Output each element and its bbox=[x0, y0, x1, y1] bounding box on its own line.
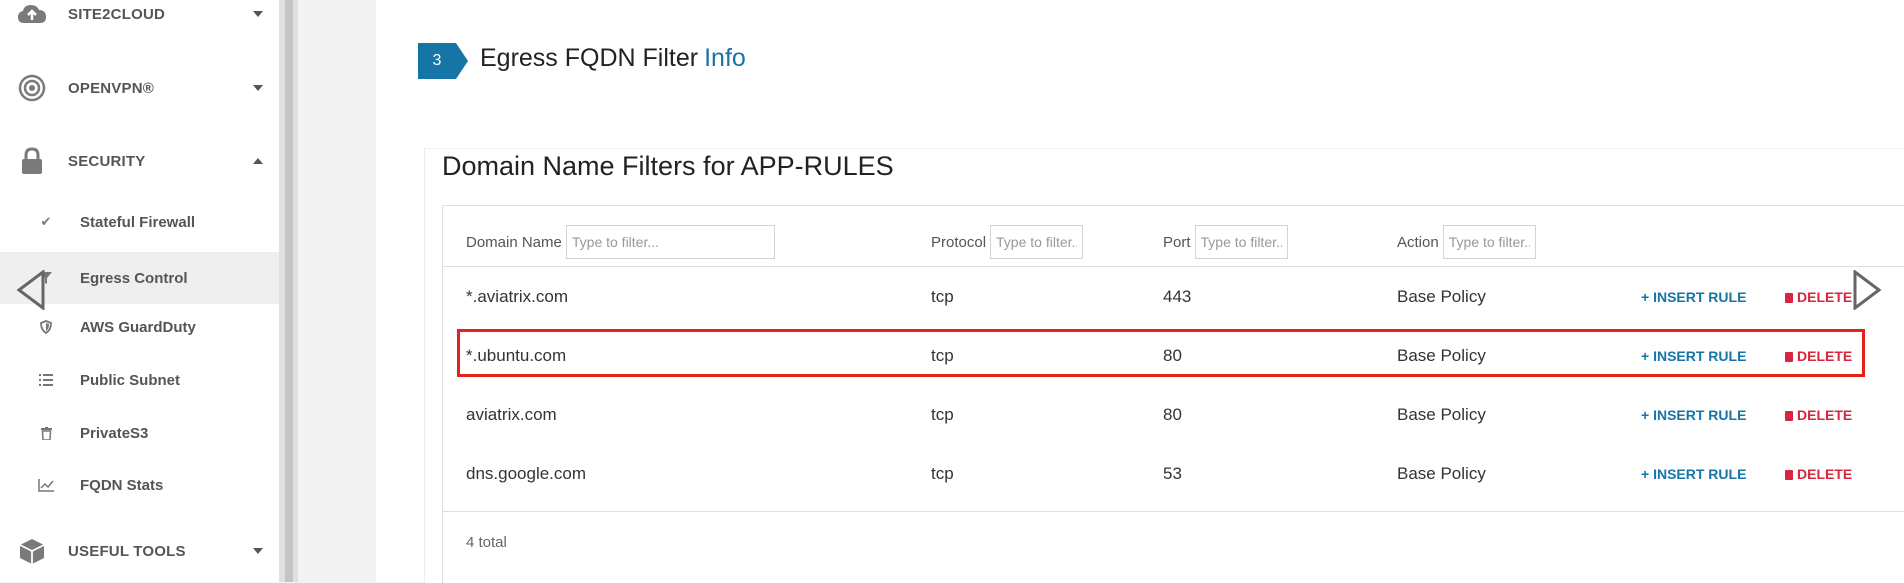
cube-icon bbox=[17, 536, 47, 566]
sidebar-item-label: Public Subnet bbox=[80, 371, 181, 389]
sidebar-scrollbar[interactable] bbox=[279, 0, 298, 582]
table-row: dns.google.com tcp 53 Base Policy + INSE… bbox=[443, 444, 1904, 503]
cloud-upload-icon bbox=[17, 0, 47, 29]
delete-button[interactable]: DELETE bbox=[1785, 289, 1852, 305]
column-header-action: Action bbox=[1397, 224, 1536, 260]
lock-icon bbox=[17, 146, 47, 176]
delete-label: DELETE bbox=[1797, 288, 1853, 305]
sidebar-item-privates3[interactable]: PrivateS3 bbox=[0, 407, 279, 459]
insert-rule-button[interactable]: + INSERT RULE bbox=[1641, 407, 1746, 423]
sidebar-item-label: FQDN Stats bbox=[80, 476, 164, 494]
domain-cell: *.ubuntu.com bbox=[466, 345, 567, 365]
list-icon bbox=[38, 372, 54, 388]
protocol-filter-input[interactable] bbox=[990, 225, 1084, 259]
row-count: 4 total bbox=[466, 534, 507, 551]
delete-button[interactable]: DELETE bbox=[1785, 407, 1852, 423]
scrollbar-thumb[interactable] bbox=[285, 0, 293, 582]
delete-label: DELETE bbox=[1797, 406, 1853, 423]
card-title: Domain Name Filters for APP-RULES bbox=[442, 151, 894, 181]
domain-cell: aviatrix.com bbox=[466, 404, 557, 424]
trash-icon bbox=[1785, 410, 1793, 421]
content-gutter bbox=[298, 0, 376, 582]
action-cell: Base Policy bbox=[1397, 286, 1486, 306]
nav-section-security[interactable]: SECURITY bbox=[0, 133, 279, 189]
port-cell: 80 bbox=[1163, 345, 1182, 365]
insert-rule-button[interactable]: + INSERT RULE bbox=[1641, 348, 1746, 364]
section-title-text: Egress FQDN Filter bbox=[480, 44, 699, 72]
column-label: Domain Name bbox=[466, 233, 562, 251]
sidebar-item-label: PrivateS3 bbox=[80, 424, 149, 442]
protocol-cell: tcp bbox=[931, 404, 954, 424]
nav-section-label: USEFUL TOOLS bbox=[68, 542, 186, 560]
nav-section-label: OPENVPN® bbox=[68, 79, 155, 97]
trash-icon bbox=[1785, 351, 1793, 362]
domain-cell: dns.google.com bbox=[466, 463, 587, 483]
table-header: Domain Name Protocol Port Action bbox=[443, 206, 1904, 267]
shield-icon bbox=[38, 319, 54, 335]
delete-label: DELETE bbox=[1797, 465, 1853, 482]
column-label: Port bbox=[1163, 233, 1191, 251]
port-filter-input[interactable] bbox=[1194, 225, 1288, 259]
line-chart-icon bbox=[38, 477, 54, 493]
step-badge: 3 bbox=[418, 43, 468, 79]
delete-button[interactable]: DELETE bbox=[1785, 348, 1852, 364]
column-label: Action bbox=[1397, 233, 1439, 251]
chevron-down-icon bbox=[253, 548, 263, 554]
openvpn-icon bbox=[17, 73, 47, 103]
main-content: 3 Egress FQDN Filter Info Domain Name Fil… bbox=[376, 0, 1904, 583]
port-cell: 443 bbox=[1163, 286, 1192, 306]
sidebar-item-stateful-firewall[interactable]: ✔ Stateful Firewall bbox=[0, 196, 279, 248]
action-filter-input[interactable] bbox=[1442, 225, 1536, 259]
protocol-cell: tcp bbox=[931, 463, 954, 483]
table-row: aviatrix.com tcp 80 Base Policy + INSERT… bbox=[443, 385, 1904, 444]
port-cell: 53 bbox=[1163, 463, 1182, 483]
domain-filters-table: Domain Name Protocol Port Action *.aviat… bbox=[442, 205, 1904, 583]
table-row: *.ubuntu.com tcp 80 Base Policy + INSERT… bbox=[443, 326, 1904, 385]
nav-section-useful-tools[interactable]: USEFUL TOOLS bbox=[0, 523, 279, 579]
previous-arrow-icon[interactable] bbox=[16, 269, 46, 315]
action-cell: Base Policy bbox=[1397, 463, 1486, 483]
port-cell: 80 bbox=[1163, 404, 1182, 424]
check-icon: ✔ bbox=[40, 214, 52, 229]
column-header-port: Port bbox=[1163, 224, 1288, 260]
action-cell: Base Policy bbox=[1397, 404, 1486, 424]
nav-section-label: SECURITY bbox=[68, 152, 146, 170]
section-title: Egress FQDN Filter Info bbox=[480, 44, 746, 73]
protocol-cell: tcp bbox=[931, 286, 954, 306]
nav-section-openvpn[interactable]: OPENVPN® bbox=[0, 60, 279, 116]
protocol-cell: tcp bbox=[931, 345, 954, 365]
table-row: *.aviatrix.com tcp 443 Base Policy + INS… bbox=[443, 267, 1904, 326]
action-cell: Base Policy bbox=[1397, 345, 1486, 365]
column-header-protocol: Protocol bbox=[931, 224, 1084, 260]
sidebar-item-label: AWS GuardDuty bbox=[80, 318, 196, 336]
column-label: Protocol bbox=[931, 233, 987, 251]
chevron-up-icon bbox=[253, 158, 263, 164]
nav-section-site2cloud[interactable]: SITE2CLOUD bbox=[0, 0, 279, 42]
sidebar-item-public-subnet[interactable]: Public Subnet bbox=[0, 354, 279, 406]
sidebar-item-fqdn-stats[interactable]: FQDN Stats bbox=[0, 459, 279, 511]
info-link[interactable]: Info bbox=[704, 44, 746, 72]
domain-cell: *.aviatrix.com bbox=[466, 286, 569, 306]
trash-icon bbox=[38, 425, 54, 441]
delete-button[interactable]: DELETE bbox=[1785, 466, 1852, 482]
sidebar-item-label: Stateful Firewall bbox=[80, 213, 196, 231]
insert-rule-button[interactable]: + INSERT RULE bbox=[1641, 466, 1746, 482]
delete-label: DELETE bbox=[1797, 347, 1853, 364]
table-footer-divider bbox=[443, 511, 1904, 512]
next-arrow-icon[interactable] bbox=[1852, 269, 1882, 315]
nav-section-label: SITE2CLOUD bbox=[68, 5, 166, 23]
chevron-down-icon bbox=[253, 85, 263, 91]
trash-icon bbox=[1785, 292, 1793, 303]
insert-rule-button[interactable]: + INSERT RULE bbox=[1641, 289, 1746, 305]
chevron-down-icon bbox=[253, 11, 263, 17]
column-header-domain: Domain Name bbox=[466, 224, 775, 260]
trash-icon bbox=[1785, 469, 1793, 480]
domain-filter-input[interactable] bbox=[565, 225, 775, 259]
sidebar-item-label: Egress Control bbox=[80, 269, 188, 287]
